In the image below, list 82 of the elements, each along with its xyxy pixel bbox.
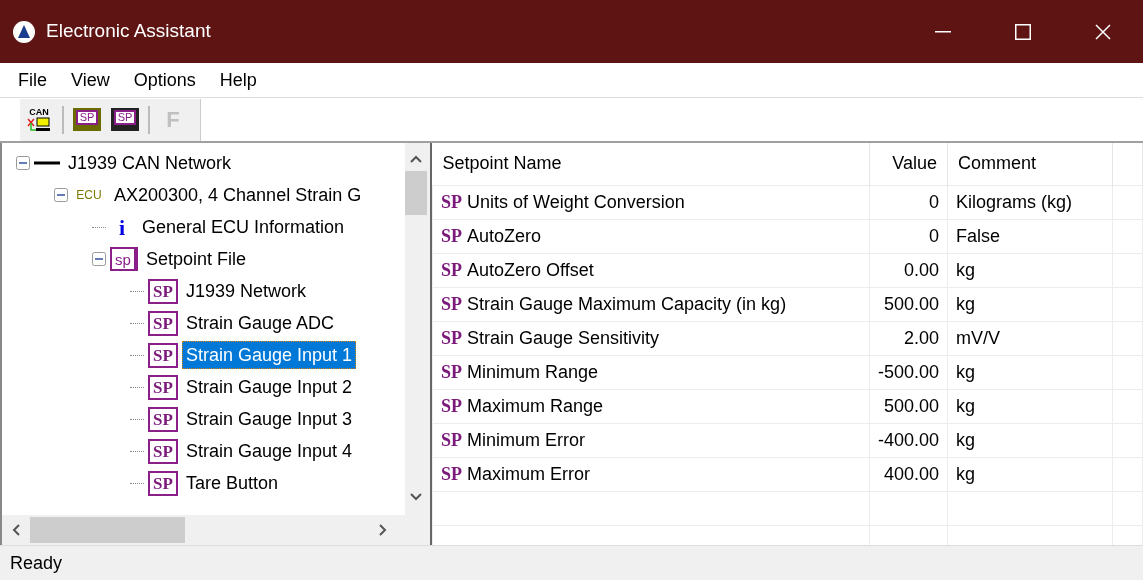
setpoint-icon: SP	[148, 310, 178, 336]
table-cell: kg	[947, 355, 1113, 389]
close-icon	[1095, 23, 1111, 40]
setpoint-icon: SP	[441, 463, 462, 484]
scroll-thumb[interactable]	[405, 171, 427, 215]
table-cell: kg	[947, 423, 1113, 457]
tree-item[interactable]: Tare Button	[182, 469, 283, 497]
setpoint-icon: SP	[441, 327, 462, 348]
scroll-thumb[interactable]	[30, 517, 185, 543]
window-title: Electronic Assistant	[46, 19, 211, 44]
setpoint-icon: SP	[148, 438, 178, 464]
setpoint-icon: SP	[441, 191, 462, 212]
maximize-icon	[1015, 23, 1031, 40]
table-cell: -500.00	[869, 355, 948, 389]
tree-item[interactable]: Strain Gauge ADC	[182, 309, 339, 337]
table-cell: Strain Gauge Sensitivity	[467, 327, 660, 348]
setpoint-icon: SP	[148, 470, 178, 496]
scroll-down-icon[interactable]	[410, 493, 422, 501]
setpoint-icon: SP	[441, 225, 462, 246]
setpoint-icon: SP	[148, 406, 178, 432]
tree-item[interactable]: Strain Gauge Input 1	[182, 341, 357, 369]
setpoint-icon: SP	[441, 293, 462, 314]
setpoint-icon: SP	[148, 278, 178, 304]
status-text: Ready	[10, 551, 63, 575]
table-cell: AutoZero Offset	[467, 259, 594, 280]
scroll-left-icon[interactable]	[12, 524, 20, 536]
info-icon: i	[110, 210, 134, 244]
table-cell: mV/V	[947, 321, 1113, 355]
table-cell: False	[947, 219, 1113, 253]
table-cell: kg	[947, 389, 1113, 423]
app-logo-icon	[12, 19, 36, 44]
table-cell: -400.00	[869, 423, 948, 457]
setpoint-icon: SP	[148, 374, 178, 400]
table-cell: AutoZero	[467, 225, 542, 246]
tree-item[interactable]: Strain Gauge Input 2	[182, 373, 357, 401]
scroll-up-icon[interactable]	[410, 155, 422, 163]
menu-item[interactable]: File	[6, 66, 59, 94]
table-cell: Kilograms (kg)	[947, 185, 1113, 219]
setpoint-icon: SP	[441, 429, 462, 450]
table-cell: kg	[947, 287, 1113, 321]
table-cell: 0	[869, 219, 948, 253]
table-cell: Maximum Error	[467, 463, 591, 484]
vertical-scrollbar[interactable]	[405, 143, 427, 515]
menu-item[interactable]: View	[59, 66, 122, 94]
table-cell: Minimum Range	[467, 361, 599, 382]
menu-item[interactable]: Options	[121, 66, 208, 94]
line-icon	[34, 160, 60, 166]
chip-label-icon: ECU	[72, 186, 106, 204]
column-header[interactable]: Setpoint Name	[432, 143, 870, 185]
expander-icon[interactable]	[54, 188, 68, 202]
table-cell: 400.00	[869, 457, 948, 491]
table-cell: 2.00	[869, 321, 948, 355]
table-cell: 0	[869, 185, 948, 219]
horizontal-scrollbar[interactable]	[2, 515, 427, 545]
tree-item[interactable]: J1939 CAN Network	[64, 149, 236, 177]
table-cell: Minimum Error	[467, 429, 586, 450]
table-cell: kg	[947, 457, 1113, 491]
setpoint-icon: SP	[441, 361, 462, 382]
column-header[interactable]: Value	[869, 143, 948, 185]
column-header[interactable]: Comment	[947, 143, 1113, 185]
file-icon: sp	[110, 247, 138, 271]
table-cell: Maximum Range	[467, 395, 604, 416]
tree-item[interactable]: General ECU Information	[138, 213, 349, 241]
expander-icon[interactable]	[92, 252, 106, 266]
menu-item[interactable]: Help	[207, 66, 269, 94]
tree-item[interactable]: AX200300, 4 Channel Strain G	[110, 181, 366, 209]
minimize-icon	[935, 30, 951, 33]
setpoint-icon: SP	[441, 395, 462, 416]
table-cell: Units of Weight Conversion	[467, 191, 685, 212]
setpoint-icon: SP	[148, 342, 178, 368]
setpoint-icon: SP	[441, 259, 462, 280]
tree-item[interactable]: Strain Gauge Input 3	[182, 405, 357, 433]
table-cell: 500.00	[869, 389, 948, 423]
tree-item[interactable]: Strain Gauge Input 4	[182, 437, 357, 465]
scroll-right-icon[interactable]	[379, 524, 387, 536]
expander-icon[interactable]	[16, 156, 30, 170]
table-cell: Strain Gauge Maximum Capacity (in kg)	[467, 293, 787, 314]
tree-item[interactable]: Setpoint File	[142, 245, 251, 273]
table-cell: 500.00	[869, 287, 948, 321]
table-cell: 0.00	[869, 253, 948, 287]
table-cell: kg	[947, 253, 1113, 287]
tree-item[interactable]: J1939 Network	[182, 277, 311, 305]
